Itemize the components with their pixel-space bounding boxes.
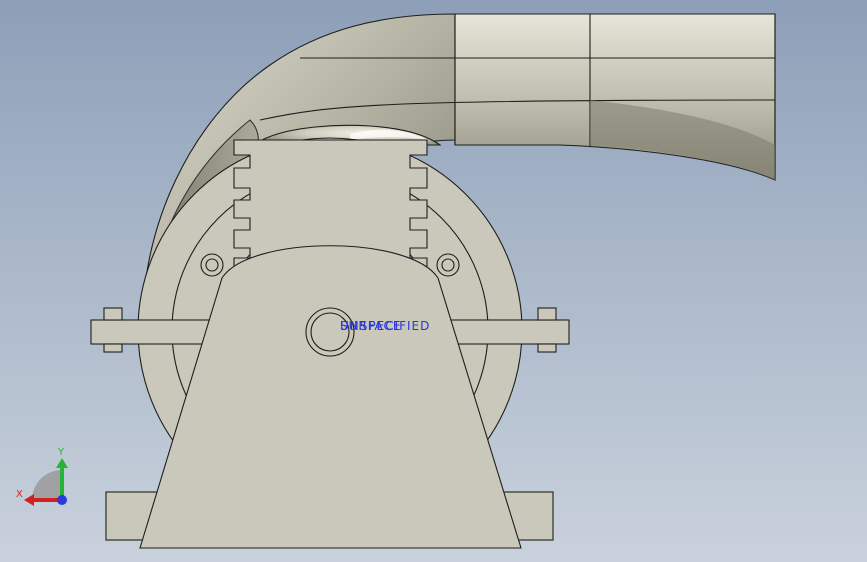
mounting-hole-right[interactable] bbox=[436, 253, 460, 277]
unspecified-annotation: UNSPECIFIED bbox=[340, 319, 430, 333]
orientation-triad[interactable]: Y X bbox=[16, 447, 68, 506]
graphics-viewport[interactable]: SURFACE UNSPECIFIED Y X bbox=[0, 0, 867, 562]
x-axis-head bbox=[24, 494, 34, 506]
y-axis-head bbox=[56, 458, 68, 468]
mounting-hole-left[interactable] bbox=[200, 253, 224, 277]
triad-plane bbox=[32, 470, 62, 500]
y-axis-label: Y bbox=[57, 447, 65, 458]
model-view[interactable]: SURFACE UNSPECIFIED Y X bbox=[0, 0, 867, 562]
z-axis-dot bbox=[57, 495, 67, 505]
x-axis-label: X bbox=[16, 489, 23, 500]
